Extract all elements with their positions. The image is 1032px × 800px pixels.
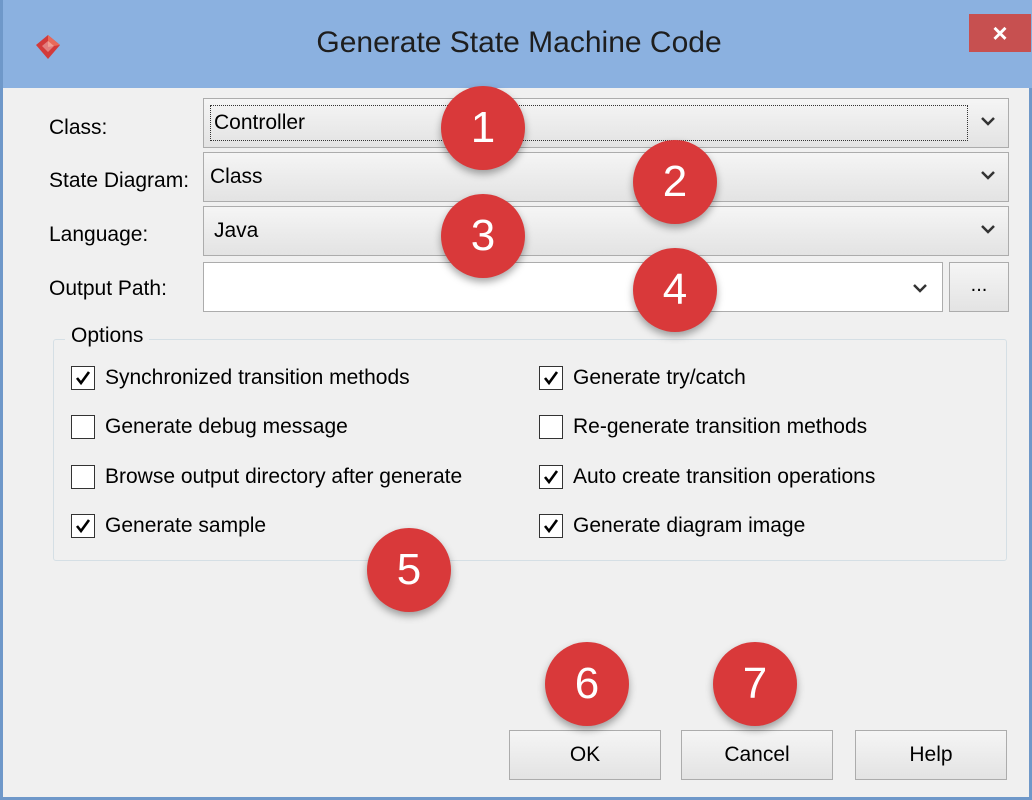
- window-title: Generate State Machine Code: [316, 26, 722, 59]
- checkbox-synchronized-transition-methods[interactable]: Synchronized transition methods: [71, 366, 410, 390]
- callout-badge-6: 6: [545, 642, 629, 726]
- checkbox-label: Generate try/catch: [573, 366, 746, 389]
- checkbox-box[interactable]: [71, 366, 95, 390]
- callout-badge-3: 3: [441, 194, 525, 278]
- checkbox-regenerate-transition-methods[interactable]: Re-generate transition methods: [539, 415, 867, 439]
- checkbox-label: Generate diagram image: [573, 514, 806, 537]
- language-label: Language:: [49, 223, 149, 246]
- class-label: Class:: [49, 116, 108, 139]
- ok-button[interactable]: OK: [509, 730, 661, 780]
- state-diagram-combo[interactable]: Class: [203, 152, 1009, 202]
- checkbox-box[interactable]: [539, 465, 563, 489]
- help-button[interactable]: Help: [855, 730, 1007, 780]
- cancel-button[interactable]: Cancel: [681, 730, 833, 780]
- checkbox-box[interactable]: [539, 415, 563, 439]
- callout-badge-2: 2: [633, 140, 717, 224]
- checkmark-icon: [543, 470, 559, 485]
- checkmark-icon: [543, 371, 559, 386]
- checkbox-generate-try-catch[interactable]: Generate try/catch: [539, 366, 746, 390]
- class-combo[interactable]: Controller: [203, 98, 1009, 148]
- checkbox-auto-create-transition-operations[interactable]: Auto create transition operations: [539, 465, 875, 489]
- checkbox-label: Re-generate transition methods: [573, 415, 868, 438]
- language-combo[interactable]: Java: [203, 206, 1009, 256]
- checkbox-label: Auto create transition operations: [573, 465, 876, 488]
- chevron-down-icon[interactable]: [910, 278, 930, 298]
- callout-badge-1: 1: [441, 86, 525, 170]
- callout-badge-7: 7: [713, 642, 797, 726]
- callout-badge-5: 5: [367, 528, 451, 612]
- title-bar: Generate State Machine Code ×: [3, 0, 1032, 88]
- checkbox-box[interactable]: [71, 415, 95, 439]
- checkbox-box[interactable]: [539, 514, 563, 538]
- checkbox-label: Generate sample: [105, 514, 267, 537]
- checkbox-generate-diagram-image[interactable]: Generate diagram image: [539, 514, 805, 538]
- checkbox-label: Generate debug message: [105, 415, 348, 438]
- checkbox-label: Browse output directory after generate: [105, 465, 463, 488]
- language-combo-value: Java: [214, 219, 259, 242]
- checkbox-box[interactable]: [71, 514, 95, 538]
- chevron-down-icon: [981, 225, 995, 234]
- class-combo-value: Controller: [214, 111, 306, 134]
- checkmark-icon: [75, 371, 91, 386]
- output-path-input[interactable]: [210, 269, 894, 307]
- focus-ring: [210, 105, 968, 141]
- checkbox-box[interactable]: [539, 366, 563, 390]
- checkbox-label: Synchronized transition methods: [105, 366, 410, 389]
- options-group-title: Options: [65, 324, 150, 348]
- chevron-down-icon: [981, 171, 995, 180]
- checkmark-icon: [543, 519, 559, 534]
- dialog-content: Class: Controller State Diagram: Class L…: [3, 88, 1029, 797]
- browse-button[interactable]: ...: [949, 262, 1009, 312]
- close-button[interactable]: ×: [969, 14, 1031, 52]
- chevron-down-icon: [981, 117, 995, 126]
- checkbox-generate-debug-message[interactable]: Generate debug message: [71, 415, 348, 439]
- state-diagram-combo-value: Class: [210, 165, 263, 188]
- checkbox-box[interactable]: [71, 465, 95, 489]
- state-diagram-label: State Diagram:: [49, 169, 190, 192]
- output-path-label: Output Path:: [49, 277, 167, 300]
- checkbox-browse-output-directory[interactable]: Browse output directory after generate: [71, 465, 462, 489]
- checkmark-icon: [75, 519, 91, 534]
- callout-badge-4: 4: [633, 248, 717, 332]
- dialog-window: Generate State Machine Code × Class: Con…: [0, 0, 1032, 800]
- output-path-field[interactable]: [203, 262, 943, 312]
- checkbox-generate-sample[interactable]: Generate sample: [71, 514, 266, 538]
